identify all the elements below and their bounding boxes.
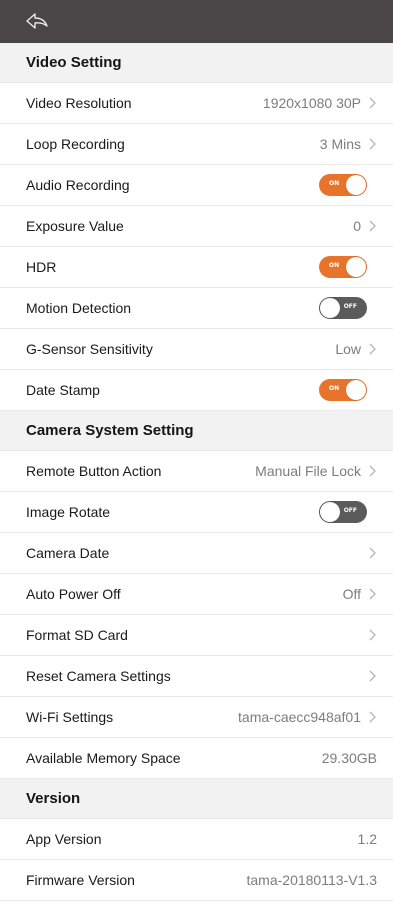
setting-row-video-resolution[interactable]: Video Resolution 1920x1080 30P [0, 83, 393, 124]
date-stamp-toggle[interactable]: ON [319, 379, 367, 401]
setting-row-g-sensor-sensitivity[interactable]: G-Sensor Sensitivity Low [0, 329, 393, 370]
chevron-right-icon [367, 629, 377, 641]
top-bar [0, 0, 393, 43]
toggle-knob [346, 175, 366, 195]
setting-value: 1920x1080 30P [262, 95, 361, 111]
setting-row-auto-power-off[interactable]: Auto Power Off Off [0, 574, 393, 615]
setting-value: 1.2 [357, 831, 377, 847]
setting-row-image-rotate: Image Rotate OFF [0, 492, 393, 533]
setting-label: Audio Recording [26, 177, 130, 193]
section-header-camera-system-setting: Camera System Setting [0, 411, 393, 451]
audio-recording-toggle[interactable]: ON [319, 174, 367, 196]
setting-label: Wi-Fi Settings [26, 709, 114, 725]
setting-label: App Version [26, 831, 102, 847]
toggle-knob [320, 502, 340, 522]
setting-value: Low [335, 341, 361, 357]
setting-value: tama-caecc948af01 [238, 709, 361, 725]
setting-value: tama-20180113-V1.3 [246, 872, 378, 888]
setting-label: Format SD Card [26, 627, 128, 643]
setting-value: 0 [353, 218, 361, 234]
setting-label: Motion Detection [26, 300, 132, 316]
chevron-right-icon [367, 343, 377, 355]
toggle-knob [346, 257, 366, 277]
setting-row-loop-recording[interactable]: Loop Recording 3 Mins [0, 124, 393, 165]
toggle-knob [346, 380, 366, 400]
setting-row-remote-button-action[interactable]: Remote Button Action Manual File Lock [0, 451, 393, 492]
setting-row-wifi-settings[interactable]: Wi-Fi Settings tama-caecc948af01 [0, 697, 393, 738]
back-arrow-icon [26, 13, 48, 29]
setting-value: 3 Mins [319, 136, 361, 152]
setting-row-hdr: HDR ON [0, 247, 393, 288]
toggle-state-text: ON [329, 385, 340, 392]
setting-label: Loop Recording [26, 136, 125, 152]
setting-label: Image Rotate [26, 504, 111, 520]
setting-label: Camera Date [26, 545, 110, 561]
section-header-video-setting: Video Setting [0, 43, 393, 83]
toggle-state-text: OFF [343, 303, 357, 310]
setting-label: Exposure Value [26, 218, 124, 234]
chevron-right-icon [367, 138, 377, 150]
chevron-right-icon [367, 547, 377, 559]
hdr-toggle[interactable]: ON [319, 256, 367, 278]
setting-label: G-Sensor Sensitivity [26, 341, 153, 357]
setting-row-firmware-version: Firmware Version tama-20180113-V1.3 [0, 860, 393, 901]
setting-label: Reset Camera Settings [26, 668, 171, 684]
motion-detection-toggle[interactable]: OFF [319, 297, 367, 319]
toggle-state-text: ON [329, 180, 340, 187]
chevron-right-icon [367, 588, 377, 600]
setting-row-audio-recording: Audio Recording ON [0, 165, 393, 206]
chevron-right-icon [367, 220, 377, 232]
setting-row-available-memory-space: Available Memory Space 29.30GB [0, 738, 393, 779]
setting-label: Auto Power Off [26, 586, 121, 602]
toggle-state-text: ON [329, 262, 340, 269]
chevron-right-icon [367, 97, 377, 109]
setting-label: HDR [26, 259, 57, 275]
setting-row-date-stamp: Date Stamp ON [0, 370, 393, 411]
back-button[interactable] [24, 10, 50, 34]
chevron-right-icon [367, 711, 377, 723]
settings-screen: Video Setting Video Resolution 1920x1080… [0, 0, 393, 902]
toggle-state-text: OFF [343, 507, 357, 514]
setting-row-motion-detection: Motion Detection OFF [0, 288, 393, 329]
setting-row-app-version: App Version 1.2 [0, 819, 393, 860]
setting-value: Manual File Lock [255, 463, 361, 479]
setting-label: Remote Button Action [26, 463, 162, 479]
setting-row-camera-date[interactable]: Camera Date [0, 533, 393, 574]
setting-label: Available Memory Space [26, 750, 181, 766]
setting-row-exposure-value[interactable]: Exposure Value 0 [0, 206, 393, 247]
toggle-knob [320, 298, 340, 318]
section-header-version: Version [0, 779, 393, 819]
setting-label: Video Resolution [26, 95, 132, 111]
chevron-right-icon [367, 465, 377, 477]
setting-label: Date Stamp [26, 382, 100, 398]
setting-row-reset-camera-settings[interactable]: Reset Camera Settings [0, 656, 393, 697]
section-title: Video Setting [26, 54, 122, 71]
image-rotate-toggle[interactable]: OFF [319, 501, 367, 523]
setting-value: 29.30GB [321, 750, 377, 766]
setting-value: Off [342, 586, 361, 602]
section-title: Version [26, 790, 81, 807]
setting-row-format-sd-card[interactable]: Format SD Card [0, 615, 393, 656]
chevron-right-icon [367, 670, 377, 682]
section-title: Camera System Setting [26, 422, 194, 439]
setting-label: Firmware Version [26, 872, 135, 888]
